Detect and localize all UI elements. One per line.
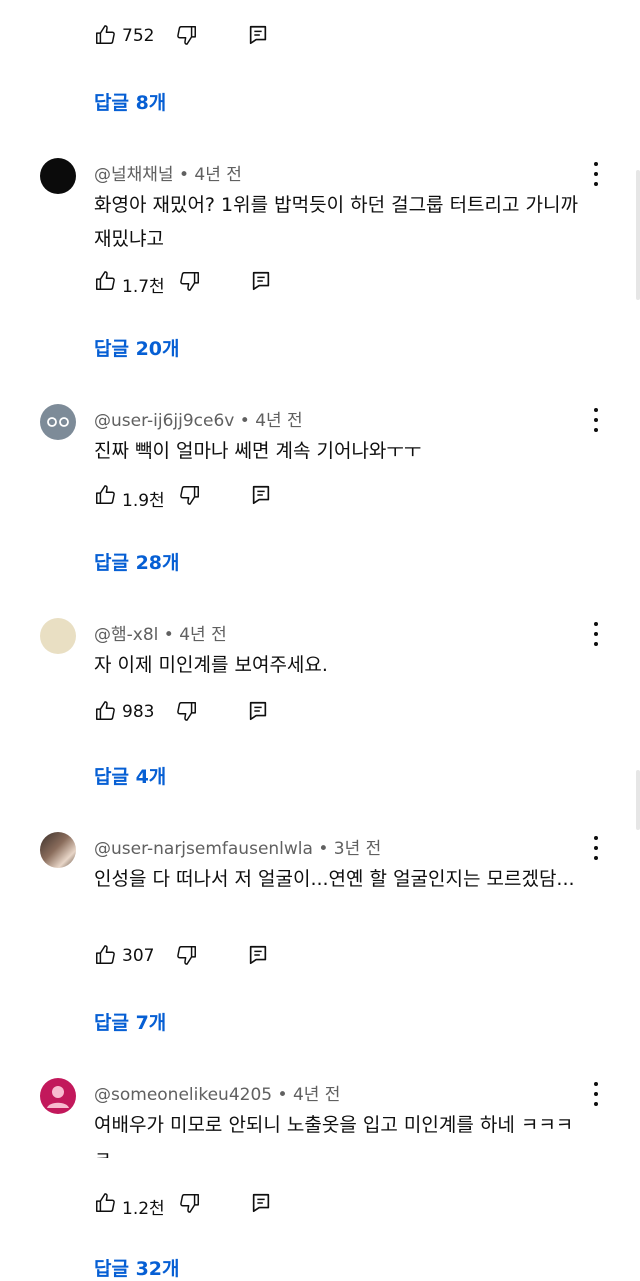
thumbs-up-icon[interactable] (94, 700, 116, 722)
comment-actions: 1.7천 (94, 270, 294, 297)
comment-meta: @널채채널 • 4년 전 (94, 160, 242, 185)
more-vert-icon[interactable] (590, 836, 602, 860)
more-vert-icon[interactable] (590, 408, 602, 432)
view-replies-button[interactable]: 답글 20개 (94, 334, 180, 361)
comment-text: 인성을 다 떠나서 저 얼굴이...연옌 할 얼굴인지는 모르겠담... (94, 868, 575, 890)
more-vert-icon[interactable] (590, 622, 602, 646)
separator-dot: • (277, 1085, 288, 1105)
comment-meta: @user-narjsemfausenlwla • 3년 전 (94, 834, 381, 859)
comment-time: 4년 전 (255, 411, 303, 431)
separator-dot: • (318, 839, 329, 859)
comment-time: 3년 전 (333, 839, 382, 859)
more-vert-icon[interactable] (590, 162, 602, 186)
thumbs-up-icon[interactable] (94, 270, 116, 292)
thumbs-up-icon[interactable] (94, 944, 116, 966)
comment-thread: @someonelikeu4205 • 4년 전 여배우가 미모로 안되니 노출… (0, 1078, 640, 1281)
author-handle[interactable]: @user-ij6jj9ce6v (94, 411, 234, 431)
comment-text: 자 이제 미인계를 보여주세요. (94, 654, 328, 676)
view-replies-button[interactable]: 답글 32개 (94, 1254, 180, 1281)
comment-time: 4년 전 (194, 165, 242, 185)
avatar[interactable] (40, 1078, 76, 1114)
author-handle[interactable]: @someonelikeu4205 (94, 1085, 272, 1105)
like-count: 1.9천 (122, 491, 165, 511)
avatar[interactable] (40, 404, 76, 440)
comment-actions: 983 (94, 700, 294, 726)
person-icon (47, 1086, 69, 1108)
comment-time: 4년 전 (179, 625, 227, 645)
author-handle[interactable]: @널채채널 (94, 165, 174, 185)
reply-comment-icon[interactable] (250, 484, 272, 506)
view-replies-button[interactable]: 답글 28개 (94, 548, 180, 575)
comment-meta: @user-ij6jj9ce6v • 4년 전 (94, 406, 303, 431)
like-count: 1.7천 (122, 277, 165, 297)
more-vert-icon[interactable] (590, 1082, 602, 1106)
like-count: 1.2천 (122, 1199, 165, 1219)
like-count: 307 (122, 946, 155, 966)
comment-meta: @햄-x8l • 4년 전 (94, 620, 227, 645)
comment-time: 4년 전 (292, 1085, 341, 1105)
comment-actions: 1.2천 (94, 1192, 294, 1219)
comment-actions: 1.9천 (94, 484, 294, 511)
author-handle[interactable]: @햄-x8l (94, 625, 158, 645)
avatar[interactable] (40, 618, 76, 654)
default-face-icon (47, 417, 69, 427)
reply-comment-icon[interactable] (250, 270, 272, 292)
comment-thread: @user-narjsemfausenlwla • 3년 전 인성을 다 떠나서… (0, 832, 640, 1044)
thumbs-down-icon[interactable] (176, 24, 198, 46)
thumbs-down-icon[interactable] (179, 270, 201, 292)
comment-thread: @user-ij6jj9ce6v • 4년 전 진짜 빽이 얼마나 쎄면 계속 … (0, 404, 640, 586)
previous-comment-actions: 752 답글 8개 (0, 0, 640, 130)
thumbs-up-icon[interactable] (94, 484, 116, 506)
like-count: 752 (122, 26, 155, 46)
comment-actions: 752 (94, 24, 294, 50)
avatar[interactable] (40, 158, 76, 194)
avatar[interactable] (40, 832, 76, 868)
separator-dot: • (178, 165, 189, 185)
comment-actions: 307 (94, 944, 294, 970)
view-replies-button[interactable]: 답글 8개 (94, 88, 166, 115)
view-replies-button[interactable]: 답글 7개 (94, 1008, 166, 1035)
reply-comment-icon[interactable] (247, 944, 269, 966)
separator-dot: • (163, 625, 174, 645)
reply-comment-icon[interactable] (250, 1192, 272, 1214)
view-replies-button[interactable]: 답글 4개 (94, 762, 166, 789)
comment-meta: @someonelikeu4205 • 4년 전 (94, 1080, 340, 1105)
thumbs-down-icon[interactable] (176, 944, 198, 966)
reply-comment-icon[interactable] (247, 700, 269, 722)
comment-text: 여배우가 미모로 안되니 노출옷을 입고 미인계를 하네 ㅋㅋㅋㅋ (94, 1114, 574, 1158)
reply-comment-icon[interactable] (247, 24, 269, 46)
thumbs-down-icon[interactable] (176, 700, 198, 722)
like-count: 983 (122, 702, 155, 722)
comment-text: 화영아 재밌어? 1위를 밥먹듯이 하던 걸그룹 터트리고 가니까 재밌냐고 (94, 194, 578, 250)
thumbs-up-icon[interactable] (94, 24, 116, 46)
separator-dot: • (239, 411, 250, 431)
thumbs-down-icon[interactable] (179, 484, 201, 506)
author-handle[interactable]: @user-narjsemfausenlwla (94, 839, 313, 859)
thumbs-up-icon[interactable] (94, 1192, 116, 1214)
comment-thread: @햄-x8l • 4년 전 자 이제 미인계를 보여주세요. 983 답글 4개 (0, 618, 640, 800)
thumbs-down-icon[interactable] (179, 1192, 201, 1214)
comment-thread: @널채채널 • 4년 전 화영아 재밌어? 1위를 밥먹듯이 하던 걸그룹 터트… (0, 158, 640, 370)
comment-text: 진짜 빽이 얼마나 쎄면 계속 기어나와ㅜㅜ (94, 440, 422, 462)
